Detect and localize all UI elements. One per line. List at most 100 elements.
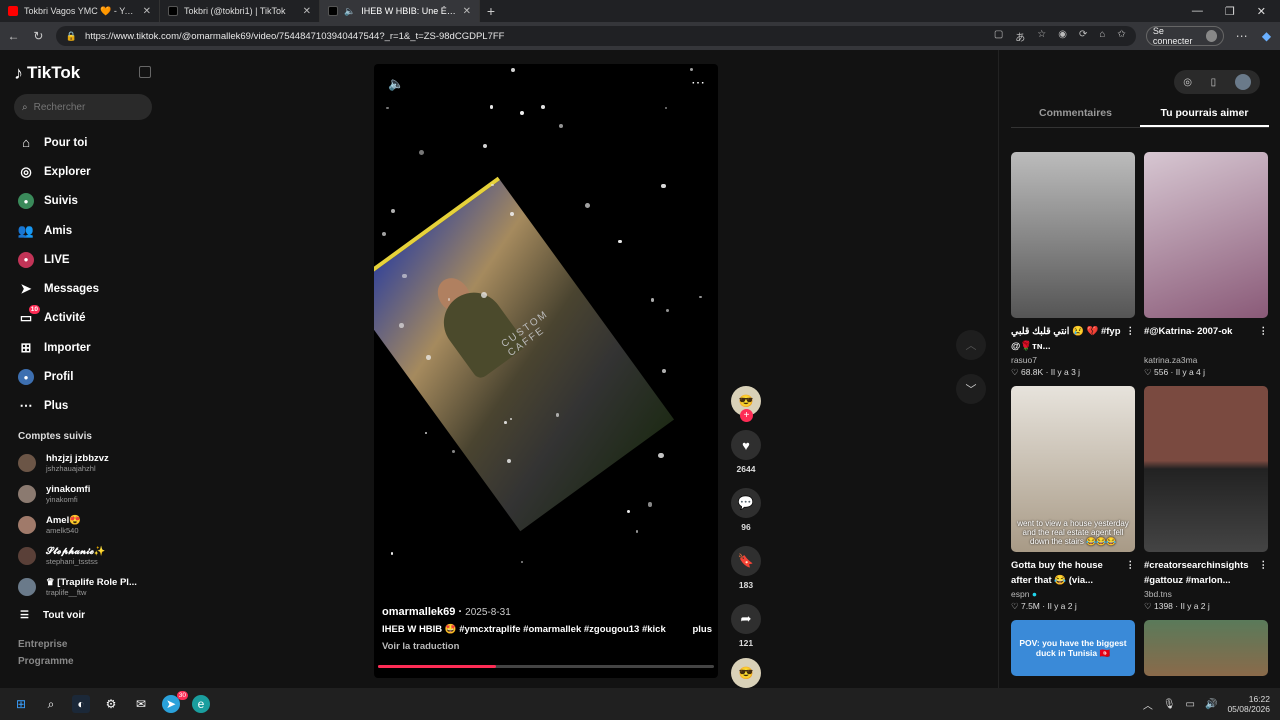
browser-tab-youtube[interactable]: Tokbri Vagos YMC 🧡 - YouTube ✕ bbox=[0, 0, 160, 22]
card-thumbnail[interactable]: went to view a house yesterday and the r… bbox=[1011, 386, 1135, 552]
translate-link[interactable]: Voir la traduction bbox=[382, 641, 712, 652]
card-thumbnail[interactable]: POV: you have the biggest duck in Tunisi… bbox=[1011, 620, 1135, 676]
clock[interactable]: 16:22 05/08/2026 bbox=[1227, 694, 1270, 714]
device-icon[interactable]: ▯ bbox=[1211, 77, 1217, 88]
tab-comments[interactable]: Commentaires bbox=[1011, 104, 1140, 127]
tiktok-logo[interactable]: ♪ TikTok bbox=[14, 62, 152, 84]
card-more-icon[interactable]: ⋮ bbox=[1259, 324, 1269, 354]
card-more-icon[interactable]: ⋮ bbox=[1126, 558, 1136, 588]
card-user[interactable]: rasuo7 bbox=[1011, 355, 1135, 365]
previous-video-button[interactable]: ︿ bbox=[956, 330, 986, 360]
author-avatar[interactable]: 😎 + bbox=[731, 386, 761, 422]
nav-item-activite[interactable]: ▭ 10 Activité bbox=[14, 304, 152, 333]
search-icon[interactable]: ⌕ bbox=[42, 695, 60, 713]
user-avatar-icon[interactable] bbox=[1234, 74, 1251, 90]
nav-item-suivis[interactable]: ● Suivis bbox=[14, 187, 152, 216]
reload-icon[interactable]: ↻ bbox=[31, 29, 46, 43]
search-box[interactable]: ⌕ bbox=[14, 94, 152, 120]
nav-item-amis[interactable]: 👥 Amis bbox=[14, 216, 152, 245]
nav-item-pour-toi[interactable]: ⌂ Pour toi bbox=[14, 128, 152, 157]
close-tab-icon[interactable]: ✕ bbox=[303, 6, 311, 17]
video-progress-bar[interactable] bbox=[378, 665, 714, 668]
volume-icon[interactable]: 🔈 bbox=[388, 76, 404, 92]
recommendation-card[interactable]: #@Katrina- 2007-ok ⋮ katrina.za3ma ♡ 556 … bbox=[1144, 152, 1268, 378]
share-button[interactable]: ➦ bbox=[731, 604, 761, 634]
nav-item-messages[interactable]: ➤ Messages bbox=[14, 274, 152, 303]
search-input[interactable] bbox=[33, 101, 134, 113]
card-more-icon[interactable]: ⋮ bbox=[1259, 558, 1269, 588]
video-more-icon[interactable]: ⋯ bbox=[691, 74, 706, 91]
shopping-icon[interactable]: ⌂ bbox=[1099, 29, 1105, 44]
footer-link-entreprise[interactable]: Entreprise bbox=[14, 639, 152, 650]
nav-item-profil[interactable]: ● Profil bbox=[14, 362, 152, 391]
follow-plus-icon[interactable]: + bbox=[740, 409, 753, 422]
save-button[interactable]: 🔖 bbox=[731, 546, 761, 576]
sign-in-button[interactable]: Se connecter bbox=[1145, 26, 1225, 46]
card-more-icon[interactable]: ⋮ bbox=[1126, 324, 1136, 354]
microphone-icon[interactable]: 🎙 bbox=[1163, 699, 1176, 710]
music-avatar[interactable]: 😎 bbox=[731, 658, 761, 688]
nav-item-live[interactable]: ● LIVE bbox=[14, 245, 152, 274]
followed-account[interactable]: hhzjzj jzbbzvz jshzhauajahzhl bbox=[14, 448, 152, 479]
card-thumbnail[interactable] bbox=[1144, 386, 1268, 552]
recommendation-card[interactable]: POV: you have the biggest duck in Tunisi… bbox=[1011, 620, 1135, 676]
speaker-icon[interactable]: 🔈 bbox=[344, 6, 355, 17]
lock-icon[interactable]: 🔒 bbox=[66, 31, 77, 42]
video-player[interactable]: CUSTOM CAFFE 🔈 ⋯ omarmallek69 · 2025-8-3… bbox=[374, 64, 718, 678]
close-tab-icon[interactable]: ✕ bbox=[463, 6, 471, 17]
nav-item-importer[interactable]: ⊞ Importer bbox=[14, 333, 152, 362]
tab-recommendations[interactable]: Tu pourrais aimer bbox=[1140, 104, 1269, 127]
collapse-sidebar-icon[interactable] bbox=[139, 66, 151, 78]
see-all-button[interactable]: ☰ Tout voir bbox=[14, 603, 152, 629]
card-user[interactable]: espn ● bbox=[1011, 589, 1135, 599]
browser-tab-tiktok-profile[interactable]: Tokbri (@tokbri1) | TikTok ✕ bbox=[160, 0, 320, 22]
minimize-icon[interactable]: — bbox=[1192, 5, 1203, 18]
next-video-button[interactable]: ﹀ bbox=[956, 374, 986, 404]
settings-icon[interactable]: ⚙ bbox=[102, 695, 120, 713]
card-thumbnail[interactable] bbox=[1144, 152, 1268, 318]
volume-icon[interactable]: 🔊 bbox=[1205, 699, 1217, 710]
compass-icon[interactable]: ◎ bbox=[1183, 77, 1192, 88]
telegram-icon[interactable]: ➤ 30 bbox=[162, 691, 188, 713]
nav-item-plus[interactable]: ⋯ Plus bbox=[14, 392, 152, 421]
steam-icon[interactable]: ◐ bbox=[72, 695, 90, 713]
card-thumbnail[interactable] bbox=[1011, 152, 1135, 318]
favorite-star-icon[interactable]: ☆ bbox=[1037, 29, 1046, 44]
url-field[interactable]: 🔒 https://www.tiktok.com/@omarmallek69/v… bbox=[55, 26, 1136, 46]
new-tab-button[interactable]: + bbox=[480, 3, 502, 19]
extension-icon[interactable]: ◉ bbox=[1058, 29, 1067, 44]
comment-button[interactable]: 💬 bbox=[731, 488, 761, 518]
video-author[interactable]: omarmallek69 · 2025-8-31 bbox=[382, 606, 712, 618]
recommendation-card[interactable] bbox=[1144, 620, 1268, 676]
refresh-extension-icon[interactable]: ⟳ bbox=[1079, 29, 1087, 44]
browser-tab-video[interactable]: 🔈 IHEB W HBIB: Une Énergie In ✕ bbox=[320, 0, 480, 22]
chevron-up-icon[interactable]: ︿ bbox=[1143, 697, 1153, 712]
more-button[interactable]: plus bbox=[692, 624, 712, 635]
recommendation-card[interactable]: انتي قلبك قلبي 😢 💔 #fyp @🌹ᴛɴ... ⋮ rasuo7 … bbox=[1011, 152, 1135, 378]
close-window-icon[interactable]: ✕ bbox=[1257, 5, 1266, 18]
back-icon[interactable]: ← bbox=[6, 29, 21, 43]
followed-account[interactable]: 𝓢𝓽𝓮𝓹𝓱𝓪𝓷𝓲𝓮✨ stephani_tsstss bbox=[14, 541, 152, 572]
followed-account[interactable]: yinakomfi yinakomfi bbox=[14, 479, 152, 510]
windows-start-icon[interactable]: ⊞ bbox=[12, 695, 30, 713]
collections-icon[interactable]: ✩ bbox=[1117, 29, 1125, 44]
card-user[interactable]: katrina.za3ma bbox=[1144, 355, 1268, 365]
app-icon[interactable]: ▢ bbox=[994, 29, 1003, 44]
like-button[interactable]: ♥ bbox=[731, 430, 761, 460]
translate-icon[interactable]: あ bbox=[1015, 29, 1025, 44]
card-user[interactable]: 3bd.tns bbox=[1144, 589, 1268, 599]
card-thumbnail[interactable] bbox=[1144, 620, 1268, 676]
recommendation-card[interactable]: #creatorsearchinsights #gattouz #marlon.… bbox=[1144, 386, 1268, 612]
close-tab-icon[interactable]: ✕ bbox=[143, 6, 151, 17]
footer-link-programme[interactable]: Programme bbox=[14, 656, 152, 667]
mail-icon[interactable]: ✉ bbox=[132, 695, 150, 713]
recommendation-card[interactable]: went to view a house yesterday and the r… bbox=[1011, 386, 1135, 612]
copilot-icon[interactable]: ◆ bbox=[1259, 29, 1274, 43]
followed-account[interactable]: ♛ [Traplife Role Pl... traplife__ftw bbox=[14, 572, 152, 603]
edge-icon[interactable]: e bbox=[192, 695, 210, 713]
maximize-icon[interactable]: ❐ bbox=[1225, 5, 1235, 18]
display-icon[interactable]: ▭ bbox=[1186, 699, 1195, 710]
menu-dots-icon[interactable]: ⋯ bbox=[1234, 29, 1249, 43]
followed-account[interactable]: Amel😍 amelk540 bbox=[14, 510, 152, 541]
nav-item-explorer[interactable]: ◎ Explorer bbox=[14, 157, 152, 186]
